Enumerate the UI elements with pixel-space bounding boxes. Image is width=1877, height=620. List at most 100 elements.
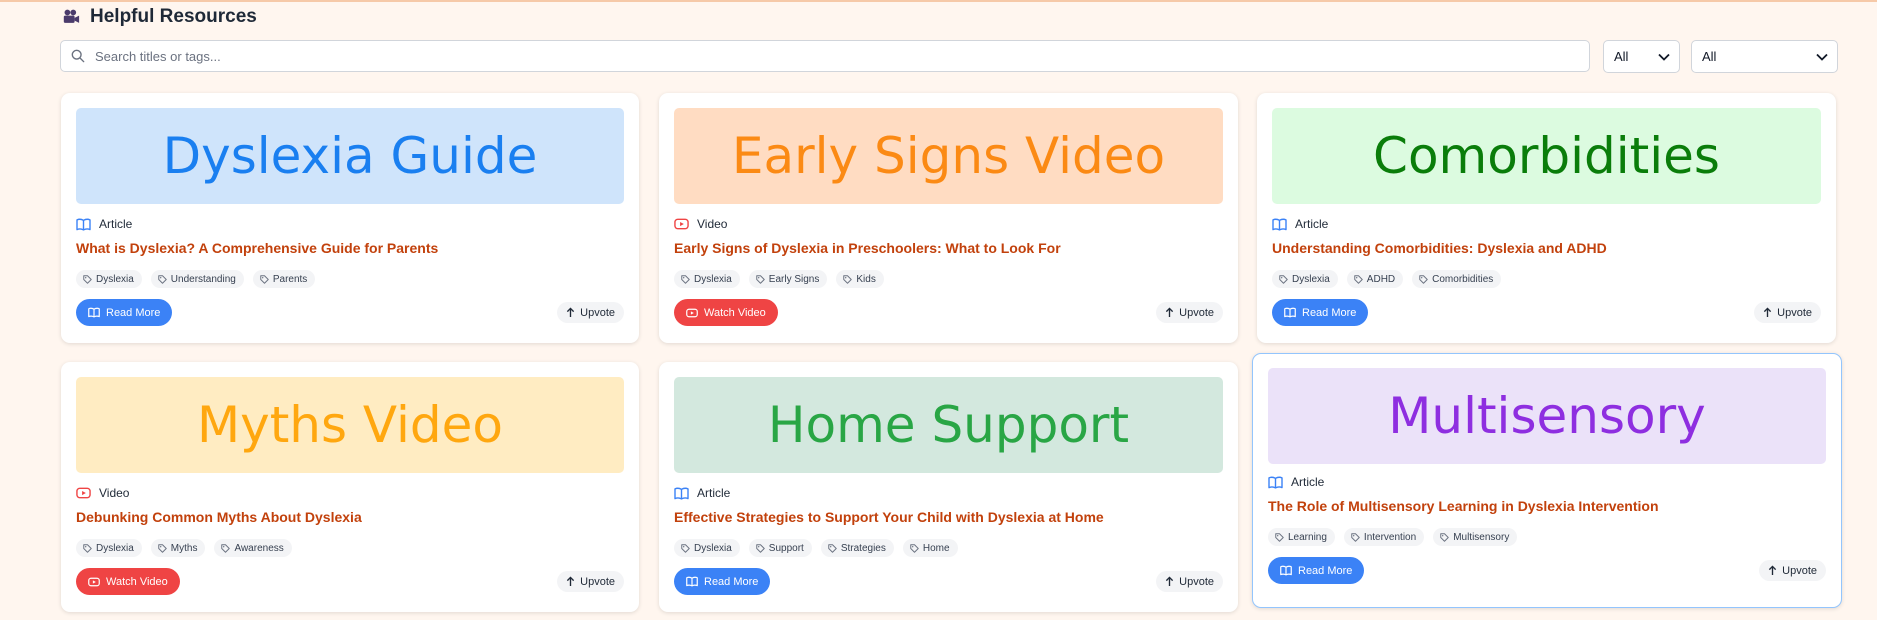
search-input[interactable]: [93, 47, 1589, 65]
tag-list: Dyslexia Understanding Parents: [76, 270, 316, 288]
tag-chip[interactable]: Dyslexia: [76, 270, 142, 288]
action-label: Read More: [1298, 564, 1353, 577]
tag-label: Understanding: [170, 273, 236, 285]
upvote-button[interactable]: Upvote: [1759, 560, 1826, 581]
tag-chip[interactable]: Home: [902, 539, 958, 557]
action-label: Read More: [106, 306, 161, 319]
tag-icon: [221, 543, 231, 553]
type-filter-select[interactable]: All: [1603, 40, 1680, 73]
arrow-up-icon: [1768, 565, 1777, 576]
resource-card[interactable]: Home Support Article Effective Strategie…: [659, 362, 1238, 612]
chevron-down-icon: [1658, 53, 1670, 61]
tag-chip[interactable]: ADHD: [1346, 270, 1404, 288]
banner-text: Dyslexia Guide: [162, 127, 538, 185]
tag-label: Support: [768, 542, 804, 554]
tag-filter-value: All: [1702, 49, 1717, 64]
tag-label: Early Signs: [768, 273, 820, 285]
card-banner: Multisensory: [1268, 368, 1826, 464]
tag-icon: [83, 274, 92, 284]
watch-video-button[interactable]: Watch Video: [674, 299, 778, 326]
tag-chip[interactable]: Understanding: [150, 270, 244, 288]
tag-chip[interactable]: Kids: [836, 270, 884, 288]
book-icon: [76, 218, 91, 231]
resource-title-link[interactable]: The Role of Multisensory Learning in Dys…: [1268, 498, 1659, 514]
search-box[interactable]: [60, 40, 1590, 72]
upvote-button[interactable]: Upvote: [1754, 302, 1821, 323]
resource-type-label: Article: [1291, 475, 1325, 489]
arrow-up-icon: [566, 576, 575, 587]
tag-chip[interactable]: Dyslexia: [1272, 270, 1338, 288]
action-label: Watch Video: [106, 575, 168, 588]
tag-list: Dyslexia Myths Awareness: [76, 539, 292, 557]
resource-title-link[interactable]: What is Dyslexia? A Comprehensive Guide …: [76, 240, 438, 256]
action-label: Watch Video: [704, 306, 766, 319]
upvote-button[interactable]: Upvote: [1156, 571, 1223, 592]
tag-chip[interactable]: Strategies: [820, 539, 894, 557]
tag-icon: [158, 274, 167, 284]
resource-type: Article: [1268, 475, 1324, 489]
resource-card[interactable]: Early Signs Video Video Early Signs of D…: [659, 93, 1238, 343]
resource-title-link[interactable]: Early Signs of Dyslexia in Preschoolers:…: [674, 240, 1061, 256]
tag-icon: [1279, 274, 1288, 284]
upvote-button[interactable]: Upvote: [1156, 302, 1223, 323]
tag-chip[interactable]: Learning: [1268, 528, 1335, 546]
tag-chip[interactable]: Dyslexia: [76, 539, 142, 557]
read-more-button[interactable]: Read More: [1268, 557, 1365, 584]
resource-card[interactable]: Comorbidities Article Understanding Como…: [1257, 93, 1836, 343]
card-banner: Comorbidities: [1272, 108, 1821, 204]
resource-card[interactable]: Dyslexia Guide Article What is Dyslexia?…: [61, 93, 639, 343]
read-more-button[interactable]: Read More: [1272, 299, 1369, 326]
tag-chip[interactable]: Intervention: [1343, 528, 1425, 546]
tag-chip[interactable]: Myths: [150, 539, 206, 557]
tag-label: Multisensory: [1453, 531, 1510, 543]
tag-label: Dyslexia: [96, 273, 134, 285]
book-icon: [1280, 565, 1292, 576]
youtube-icon: [674, 218, 689, 230]
tag-icon: [158, 543, 167, 553]
action-label: Read More: [704, 575, 759, 588]
tag-chip[interactable]: Multisensory: [1433, 528, 1518, 546]
tag-chip[interactable]: Support: [748, 539, 812, 557]
upvote-label: Upvote: [1782, 564, 1817, 577]
upvote-button[interactable]: Upvote: [557, 571, 624, 592]
card-banner: Early Signs Video: [674, 108, 1223, 204]
tag-icon: [843, 274, 853, 284]
tag-chip[interactable]: Parents: [252, 270, 316, 288]
upvote-label: Upvote: [580, 575, 615, 588]
tag-label: Dyslexia: [96, 542, 134, 554]
read-more-button[interactable]: Read More: [674, 568, 771, 595]
tag-chip[interactable]: Dyslexia: [674, 539, 740, 557]
resource-type: Article: [76, 217, 132, 231]
upvote-label: Upvote: [1179, 306, 1214, 319]
resource-card[interactable]: Multisensory Article The Role of Multise…: [1252, 353, 1842, 608]
resource-title-link[interactable]: Effective Strategies to Support Your Chi…: [674, 509, 1104, 525]
tag-icon: [83, 543, 92, 553]
tag-filter-select[interactable]: All: [1691, 40, 1838, 73]
read-more-button[interactable]: Read More: [76, 299, 173, 326]
tag-icon: [1419, 274, 1428, 284]
banner-text: Comorbidities: [1373, 127, 1720, 185]
tag-chip[interactable]: Comorbidities: [1412, 270, 1502, 288]
card-banner: Dyslexia Guide: [76, 108, 624, 204]
chevron-down-icon: [1816, 53, 1828, 61]
youtube-icon: [88, 577, 100, 587]
tag-chip[interactable]: Dyslexia: [674, 270, 740, 288]
arrow-up-icon: [566, 307, 575, 318]
video-camera-icon: [63, 9, 80, 23]
tag-icon: [1275, 532, 1284, 542]
tag-label: Dyslexia: [694, 273, 732, 285]
book-icon: [1272, 218, 1287, 231]
tag-chip[interactable]: Early Signs: [748, 270, 828, 288]
tag-chip[interactable]: Awareness: [214, 539, 292, 557]
resource-title-link[interactable]: Understanding Comorbidities: Dyslexia an…: [1272, 240, 1607, 256]
banner-text: Early Signs Video: [731, 127, 1166, 185]
watch-video-button[interactable]: Watch Video: [76, 568, 180, 595]
top-border: [0, 0, 1877, 2]
arrow-up-icon: [1763, 307, 1772, 318]
resource-type: Video: [674, 217, 727, 231]
tag-list: Learning Intervention Multisensory: [1268, 528, 1518, 546]
resource-card[interactable]: Myths Video Video Debunking Common Myths…: [61, 362, 639, 612]
tag-icon: [910, 543, 919, 553]
resource-title-link[interactable]: Debunking Common Myths About Dyslexia: [76, 509, 362, 525]
upvote-button[interactable]: Upvote: [557, 302, 624, 323]
